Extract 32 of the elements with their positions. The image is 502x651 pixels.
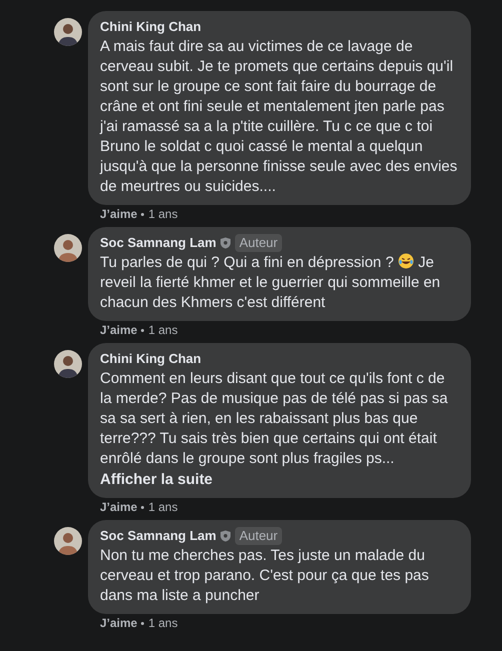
comment-text: Tu parles de qui ? Qui a fini en dépression ? [100,253,394,273]
author-name[interactable]: Soc Samnang Lam [100,233,216,253]
comment-text: Non tu me cherches pas. Tes juste un malade du cerveau et trop parano. C'est pour ça que tes pas dans ma liste a puncher [100,546,430,606]
shield-icon [220,530,232,542]
comment-text: Comment en leurs disant que tout ce qu'ils font c de la merde? Pas de musique pas de télé pas si pas sa sa sa sert à rien, en les rabaissant plus bas que terre??? Tu sais très bien que certains qui ont était enrôlé dans le groupe sont plus fragiles ps... [100,369,449,469]
avatar[interactable] [54,350,82,378]
comment-time[interactable]: 1 ans [148,323,178,338]
comment-time[interactable]: 1 ans [148,616,178,631]
see-more-link[interactable]: Afficher la suite [100,469,213,490]
avatar[interactable] [54,527,82,555]
shield-icon [220,237,232,249]
like-link[interactable]: J’aime [100,323,138,338]
separator-dot-icon [141,329,144,332]
comment-text: A mais faut dire sa au victimes de ce lavage de cerveau subit. Je te promets que certains depuis qu'il sont sur le groupe ce sont fait faire du bourrage de crâne et ont fini seule et mentalement jten parle pas j'ai ramassé sa a la p'tite cuillère. Tu c ce que c toi Bruno le soldat c quoi cassé le mental a quelqun jusqu'à que la personne finisse seule avec des envies de meurtres ou suicides.... [100,37,458,197]
comment-text: Je [418,253,434,273]
comment-time[interactable]: 1 ans [148,207,178,222]
author-name[interactable]: Chini King Chan [100,17,202,37]
comment-time[interactable]: 1 ans [148,500,178,515]
separator-dot-icon [141,213,144,216]
separator-dot-icon [141,622,144,625]
separator-dot-icon [141,506,144,509]
laughing-emoji-icon [398,253,414,269]
author-badge: Auteur [235,527,282,545]
avatar[interactable] [54,18,82,46]
comment-text: reveil la fierté khmer et le guerrier qui sommeille en chacun des Khmers c'est différent [100,273,442,313]
author-name[interactable]: Chini King Chan [100,349,202,369]
author-badge: Auteur [235,234,282,252]
author-name[interactable]: Soc Samnang Lam [100,526,216,546]
like-link[interactable]: J’aime [100,207,138,222]
avatar[interactable] [54,234,82,262]
like-link[interactable]: J’aime [100,616,138,631]
like-link[interactable]: J’aime [100,500,138,515]
